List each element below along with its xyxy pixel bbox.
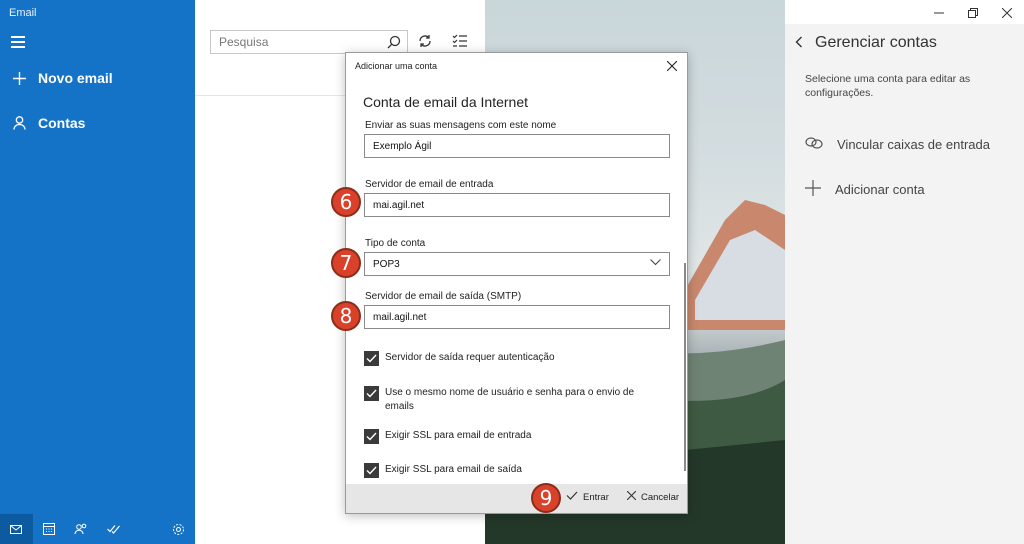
dialog-heading: Conta de email da Internet <box>363 94 528 110</box>
accounts-label: Contas <box>38 115 86 131</box>
account-type-select[interactable]: POP3 <box>364 252 670 276</box>
mail-icon[interactable] <box>0 514 33 544</box>
search-input[interactable]: Pesquisa <box>210 30 408 54</box>
outgoing-server-value: mail.agil.net <box>373 311 427 323</box>
panel-description: Selecione uma conta para editar as confi… <box>805 73 971 99</box>
navigation-pane: Email Novo email Contas <box>0 0 195 544</box>
search-placeholder: Pesquisa <box>219 35 269 49</box>
account-type-value: POP3 <box>373 258 400 270</box>
calendar-icon[interactable] <box>33 514 66 544</box>
search-icon[interactable] <box>387 35 401 52</box>
dialog-title: Adicionar uma conta <box>355 61 438 71</box>
send-name-value: Exemplo Ágil <box>373 140 432 152</box>
checkmark-icon[interactable] <box>364 429 379 444</box>
sync-icon[interactable] <box>417 33 433 54</box>
checkmark-icon[interactable] <box>364 351 379 366</box>
step-badge-8: 8 <box>331 301 361 331</box>
settings-icon[interactable] <box>163 514 196 544</box>
checkbox-auth[interactable]: Servidor de saída requer autenticação <box>364 351 655 366</box>
step-badge-7: 7 <box>331 248 361 278</box>
cancel-label: Cancelar <box>641 491 680 503</box>
dialog-scrollbar[interactable] <box>684 263 686 471</box>
person-icon <box>12 116 26 130</box>
checkbox-label: Use o mesmo nome de usuário e senha para… <box>385 387 635 412</box>
enter-label: Entrar <box>583 491 609 503</box>
chevron-down-icon <box>650 258 661 269</box>
add-account-button[interactable]: Adicionar conta <box>805 180 925 199</box>
enter-button[interactable]: Entrar <box>566 491 609 503</box>
new-email-label: Novo email <box>38 70 113 86</box>
dialog-footer: Entrar Cancelar <box>346 484 687 513</box>
link-inboxes-label: Vincular caixas de entrada <box>837 137 990 152</box>
manage-accounts-panel: Gerenciar contas Selecione uma conta par… <box>785 24 1024 544</box>
plus-icon <box>805 180 821 199</box>
hamburger-menu-icon[interactable] <box>11 36 25 48</box>
selection-mode-icon[interactable] <box>452 33 468 54</box>
send-name-label: Enviar as suas mensagens com este nome <box>365 120 557 131</box>
close-icon <box>626 490 637 503</box>
incoming-server-value: mai.agil.net <box>373 199 425 211</box>
checkbox-label: Exigir SSL para email de entrada <box>385 430 532 441</box>
link-icon <box>805 136 823 153</box>
checkbox-label: Exigir SSL para email de saída <box>385 464 522 475</box>
close-icon[interactable] <box>666 58 678 74</box>
plus-icon <box>12 71 26 85</box>
todo-icon[interactable] <box>98 514 131 544</box>
panel-title: Gerenciar contas <box>815 34 937 51</box>
restore-icon[interactable] <box>956 0 990 26</box>
cancel-button[interactable]: Cancelar <box>626 490 680 503</box>
outgoing-server-field[interactable]: mail.agil.net <box>364 305 670 329</box>
close-window-icon[interactable] <box>990 0 1024 26</box>
outgoing-server-label: Servidor de email de saída (SMTP) <box>365 291 522 302</box>
add-account-dialog: Adicionar uma conta Conta de email da In… <box>345 52 688 514</box>
checkmark-icon[interactable] <box>364 386 379 401</box>
step-badge-9: 9 <box>531 483 561 513</box>
checkbox-same-credentials[interactable]: Use o mesmo nome de usuário e senha para… <box>364 386 655 414</box>
window-controls <box>922 0 1024 26</box>
send-name-field[interactable]: Exemplo Ágil <box>364 134 670 158</box>
checkbox-label: Servidor de saída requer autenticação <box>385 352 555 363</box>
bottom-toolbar <box>0 514 195 544</box>
incoming-server-field[interactable]: mai.agil.net <box>364 193 670 217</box>
account-type-label: Tipo de conta <box>365 238 426 249</box>
people-icon[interactable] <box>65 514 98 544</box>
app-title: Email <box>9 7 37 19</box>
accounts-button[interactable]: Contas <box>12 115 85 131</box>
add-account-label: Adicionar conta <box>835 182 925 197</box>
checkbox-ssl-incoming[interactable]: Exigir SSL para email de entrada <box>364 429 655 444</box>
incoming-server-label: Servidor de email de entrada <box>365 179 494 190</box>
link-inboxes-button[interactable]: Vincular caixas de entrada <box>805 136 990 153</box>
new-email-button[interactable]: Novo email <box>12 70 113 86</box>
checkbox-ssl-outgoing[interactable]: Exigir SSL para email de saída <box>364 463 655 478</box>
checkmark-icon[interactable] <box>364 463 379 478</box>
step-badge-6: 6 <box>331 187 361 217</box>
check-icon <box>566 491 578 503</box>
back-chevron-icon[interactable] <box>795 35 803 51</box>
minimize-icon[interactable] <box>922 0 956 26</box>
